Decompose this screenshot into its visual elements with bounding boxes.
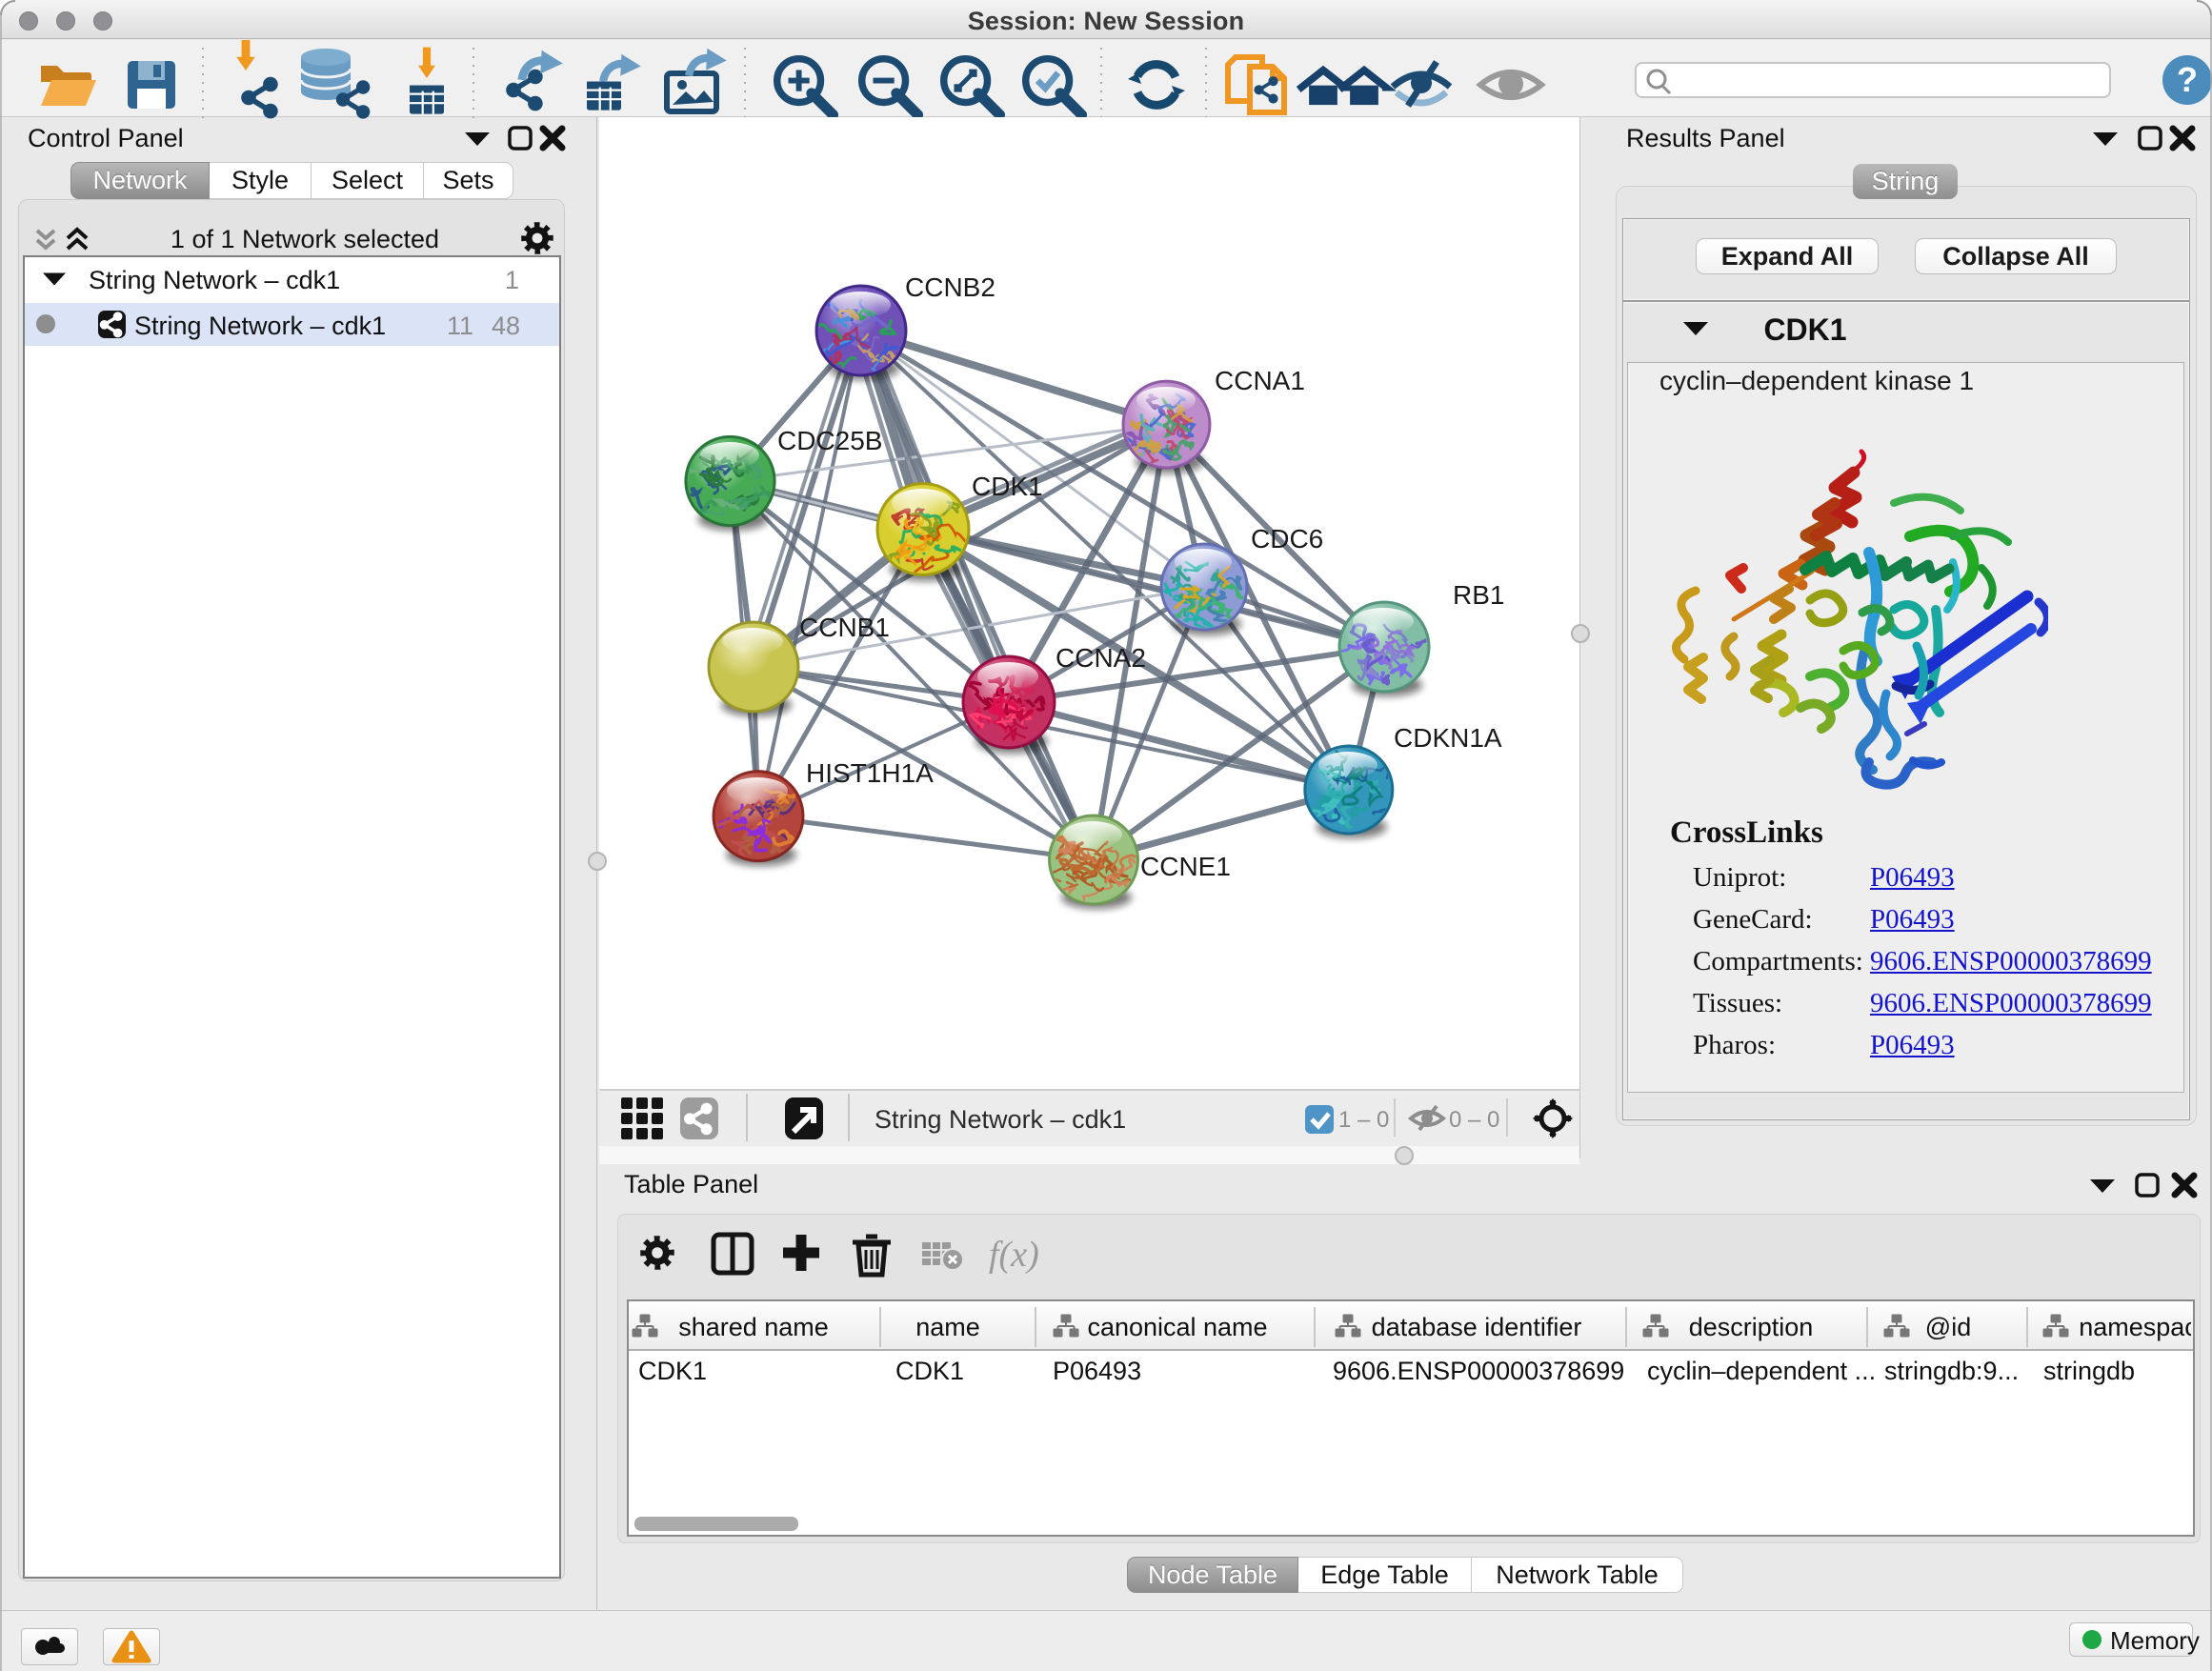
svg-text:shared name: shared name: [678, 1313, 829, 1341]
svg-text:RB1: RB1: [1453, 580, 1504, 610]
svg-text:CCNE1: CCNE1: [1140, 852, 1231, 881]
svg-text:1 – 0: 1 – 0: [1338, 1107, 1389, 1133]
svg-text:CDC25B: CDC25B: [777, 426, 882, 455]
svg-text:database identifier: database identifier: [1372, 1313, 1582, 1341]
svg-text:CDKN1A: CDKN1A: [1394, 723, 1502, 753]
svg-text:CCNA2: CCNA2: [1056, 643, 1146, 673]
svg-text:namespace: namespace: [2079, 1313, 2191, 1341]
svg-text:?: ?: [2177, 60, 2198, 99]
svg-text:0 – 0: 0 – 0: [1449, 1107, 1499, 1133]
svg-text:CCNA1: CCNA1: [1215, 366, 1305, 395]
svg-text:CCNB1: CCNB1: [799, 613, 890, 642]
svg-text:String Network – cdk1: String Network – cdk1: [875, 1105, 1126, 1134]
svg-text:CCNB2: CCNB2: [905, 272, 995, 302]
svg-text:CDC6: CDC6: [1251, 524, 1323, 554]
svg-text:canonical name: canonical name: [1087, 1313, 1267, 1341]
svg-text:name: name: [915, 1313, 980, 1341]
svg-text:description: description: [1689, 1313, 1814, 1341]
svg-text:@id: @id: [1925, 1313, 1971, 1341]
svg-text:CDK1: CDK1: [972, 472, 1043, 501]
svg-text:f(x): f(x): [989, 1235, 1039, 1275]
svg-text:HIST1H1A: HIST1H1A: [806, 758, 934, 788]
